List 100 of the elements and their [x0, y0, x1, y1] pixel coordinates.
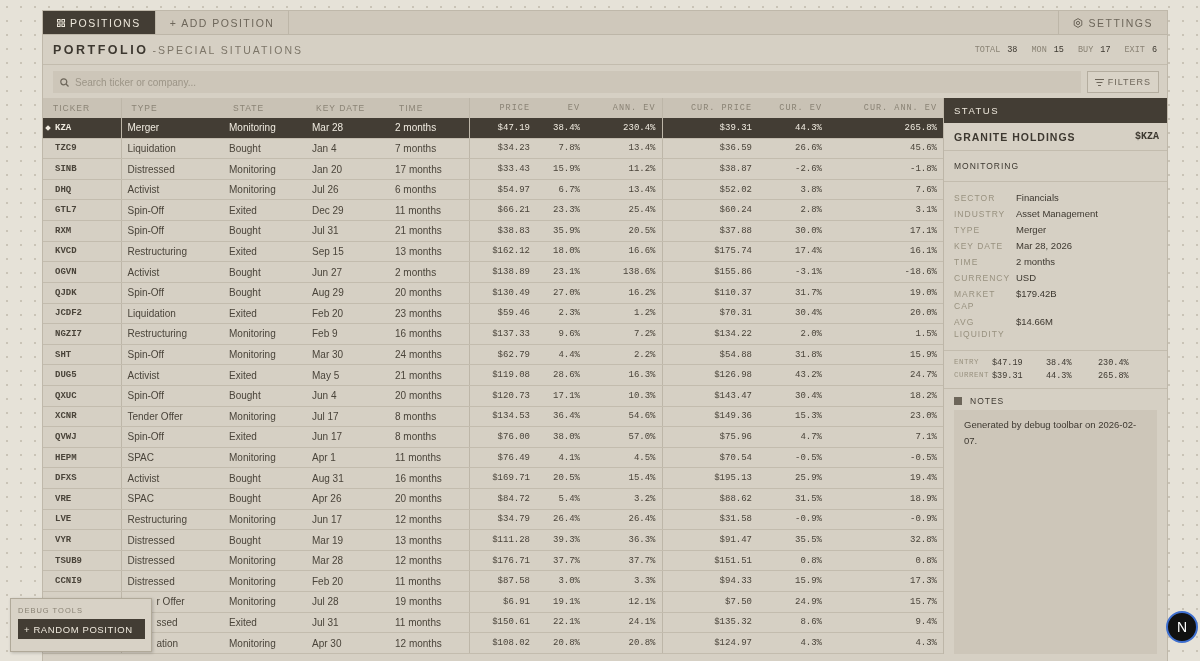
table-cell: 17.3%: [910, 576, 937, 587]
metric-value: 265.8%: [1098, 371, 1130, 381]
table-cell: 2 months: [395, 266, 437, 278]
dev-badge[interactable]: N: [1166, 611, 1198, 643]
table-cell: Jan 20: [312, 163, 343, 175]
ticker-cell: RXM: [55, 225, 72, 236]
ticker-cell: QVWJ: [55, 431, 77, 442]
column-header[interactable]: EV: [536, 98, 586, 118]
table-cell: 28.6%: [553, 370, 580, 381]
page-subtitle: -SPECIAL SITUATIONS: [152, 43, 304, 56]
table-cell: Aug 31: [312, 472, 344, 484]
table-cell: -0.9%: [795, 514, 822, 525]
table-cell: 3.1%: [915, 205, 937, 216]
table-cell: 12 months: [395, 637, 442, 649]
table-cell: Jun 27: [312, 266, 343, 278]
table-cell: Exited: [229, 307, 257, 319]
table-cell: $137.33: [492, 328, 530, 339]
table-cell: Spin-Off: [127, 287, 164, 299]
table-cell: -0.9%: [910, 514, 937, 525]
table-cell: Jun 17: [312, 431, 343, 443]
table-cell: Monitoring: [229, 452, 276, 464]
table-cell: $111.28: [492, 535, 530, 545]
table-cell: 21 months: [395, 369, 442, 381]
ticker-cell: DHQ: [55, 184, 72, 195]
table-cell: Spin-Off: [127, 431, 164, 443]
table-cell: Monitoring: [229, 596, 276, 608]
settings-button[interactable]: SETTINGS: [1058, 11, 1167, 34]
column-header[interactable]: TICKER: [43, 98, 121, 118]
table-cell: $47.19: [497, 122, 530, 133]
table-cell: $38.87: [719, 164, 752, 175]
column-header[interactable]: ANN. EV: [586, 98, 662, 118]
table-cell: Bought: [229, 142, 261, 154]
column-header[interactable]: CUR. ANN. EV: [828, 98, 943, 118]
field-label: TYPE: [954, 224, 982, 236]
table-cell: $120.73: [492, 390, 530, 401]
table-cell: 19.0%: [910, 287, 937, 298]
table-cell: Restructuring: [127, 328, 187, 340]
table-cell: $60.24: [719, 205, 752, 216]
table-cell: 45.6%: [910, 143, 937, 154]
table-cell: Feb 9: [312, 328, 338, 340]
column-header[interactable]: TIME: [389, 98, 469, 118]
table-cell: 265.8%: [904, 122, 937, 133]
column-header[interactable]: TYPE: [121, 98, 223, 118]
table-cell: $176.71: [492, 555, 530, 566]
table-cell: 32.8%: [910, 535, 937, 545]
stat-label: BUY: [1077, 44, 1094, 55]
table-cell: 19 months: [395, 596, 442, 608]
table-cell: 8 months: [395, 410, 437, 422]
table-cell: $34.79: [497, 514, 530, 525]
notes-box: Generated by debug toolbar on 2026-02-07.: [954, 410, 1157, 654]
table-cell: Activist: [127, 266, 160, 278]
table-cell: ssed: [156, 616, 178, 628]
table-cell: $66.21: [497, 205, 530, 216]
table-cell: 2.2%: [633, 349, 656, 360]
table-cell: $155.86: [714, 267, 752, 278]
random-position-button[interactable]: + RANDOM POSITION: [18, 619, 145, 639]
table-cell: 25.9%: [795, 473, 822, 484]
column-header[interactable]: PRICE: [469, 98, 536, 118]
table-cell: Sep 15: [312, 245, 344, 257]
table-cell: 24.1%: [628, 617, 656, 628]
ticker-cell: VRE: [55, 493, 72, 504]
column-header[interactable]: STATE: [223, 98, 306, 118]
table-cell: 12 months: [395, 513, 442, 525]
table-cell: Dec 29: [312, 204, 344, 216]
table-cell: 2.3%: [558, 308, 580, 319]
table-cell: Monitoring: [229, 163, 276, 175]
metric-value: $47.19: [992, 358, 1024, 368]
table-cell: SPAC: [127, 452, 154, 464]
table-cell: 17.1%: [553, 390, 580, 401]
table-cell: -18.6%: [904, 267, 937, 278]
table-cell: Jul 31: [312, 225, 339, 237]
tab[interactable]: POSITIONS: [43, 11, 156, 34]
table-cell: $134.53: [492, 411, 530, 422]
table-cell: 2.8%: [800, 205, 822, 216]
table-cell: Spin-Off: [127, 349, 164, 360]
table-cell: $7.50: [725, 596, 752, 607]
ticker-cell: CCNI9: [55, 576, 82, 587]
table-cell: $88.62: [719, 493, 752, 504]
column-header[interactable]: CUR. PRICE: [662, 98, 758, 118]
table-cell: 23.0%: [910, 411, 937, 422]
table-cell: 19.4%: [910, 473, 937, 484]
filter-icon: [1094, 78, 1104, 86]
table-cell: 16.6%: [628, 246, 656, 257]
stat-value: 17: [1100, 44, 1111, 55]
filters-button[interactable]: FILTERS: [1086, 71, 1159, 93]
field-value: Mar 28, 2026: [1016, 240, 1073, 252]
selected-marker-icon: [45, 125, 51, 131]
table-cell: 20 months: [395, 287, 442, 299]
stat-value: 15: [1053, 44, 1064, 55]
table-cell: 0.8%: [915, 555, 937, 566]
table-cell: 20.0%: [910, 308, 937, 319]
column-header[interactable]: KEY DATE: [306, 98, 389, 118]
table-cell: Apr 30: [312, 637, 342, 649]
table-cell: 3.0%: [558, 576, 580, 587]
table-cell: Mar 19: [312, 534, 344, 546]
table-cell: 30.4%: [795, 308, 822, 319]
table-cell: Jul 31: [312, 616, 339, 628]
table-cell: -1.8%: [910, 164, 937, 175]
tab[interactable]: + ADD POSITION: [155, 11, 290, 34]
table-cell: $87.58: [497, 576, 530, 587]
